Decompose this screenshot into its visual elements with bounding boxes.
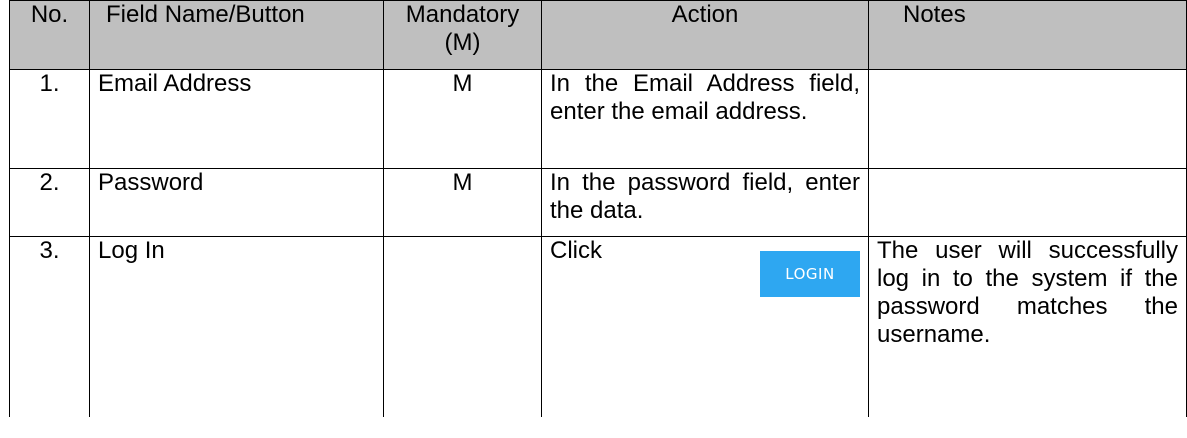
action-cell: Click LOGIN: [541, 236, 869, 417]
header-notes: Notes: [868, 0, 1187, 70]
action-text: Click: [550, 237, 602, 264]
mandatory-flag: M: [383, 168, 542, 237]
field-name: Email Address: [89, 69, 384, 169]
table-row: 2. Password M In the password field, ent…: [9, 168, 1187, 237]
header-action: Action: [541, 0, 869, 70]
row-number: 1.: [9, 69, 90, 169]
action-click-group: Click LOGIN: [550, 237, 860, 297]
header-mandatory: Mandatory (M): [383, 0, 542, 70]
field-name: Log In: [89, 236, 384, 417]
table-header: No. Field Name/Button Mandatory (M) Acti…: [9, 0, 1187, 70]
header-no: No.: [9, 0, 90, 70]
header-field-name: Field Name/Button: [89, 0, 384, 70]
field-name: Password: [89, 168, 384, 237]
instruction-table: No. Field Name/Button Mandatory (M) Acti…: [9, 0, 1187, 417]
notes-text: The user will successfully log in to the…: [868, 236, 1187, 417]
header-row: No. Field Name/Button Mandatory (M) Acti…: [9, 0, 1187, 70]
table-row: 1. Email Address M In the Email Address …: [9, 69, 1187, 169]
mandatory-flag: M: [383, 69, 542, 169]
action-text: In the Email Address field, enter the em…: [541, 69, 869, 169]
action-text: In the password field, enter the data.: [541, 168, 869, 237]
notes-text: [868, 168, 1187, 237]
login-button[interactable]: LOGIN: [760, 251, 860, 297]
table-row: 3. Log In Click LOGIN The user will succ…: [9, 236, 1187, 417]
row-number: 3.: [9, 236, 90, 417]
notes-text: [868, 69, 1187, 169]
mandatory-flag: [383, 236, 542, 417]
row-number: 2.: [9, 168, 90, 237]
